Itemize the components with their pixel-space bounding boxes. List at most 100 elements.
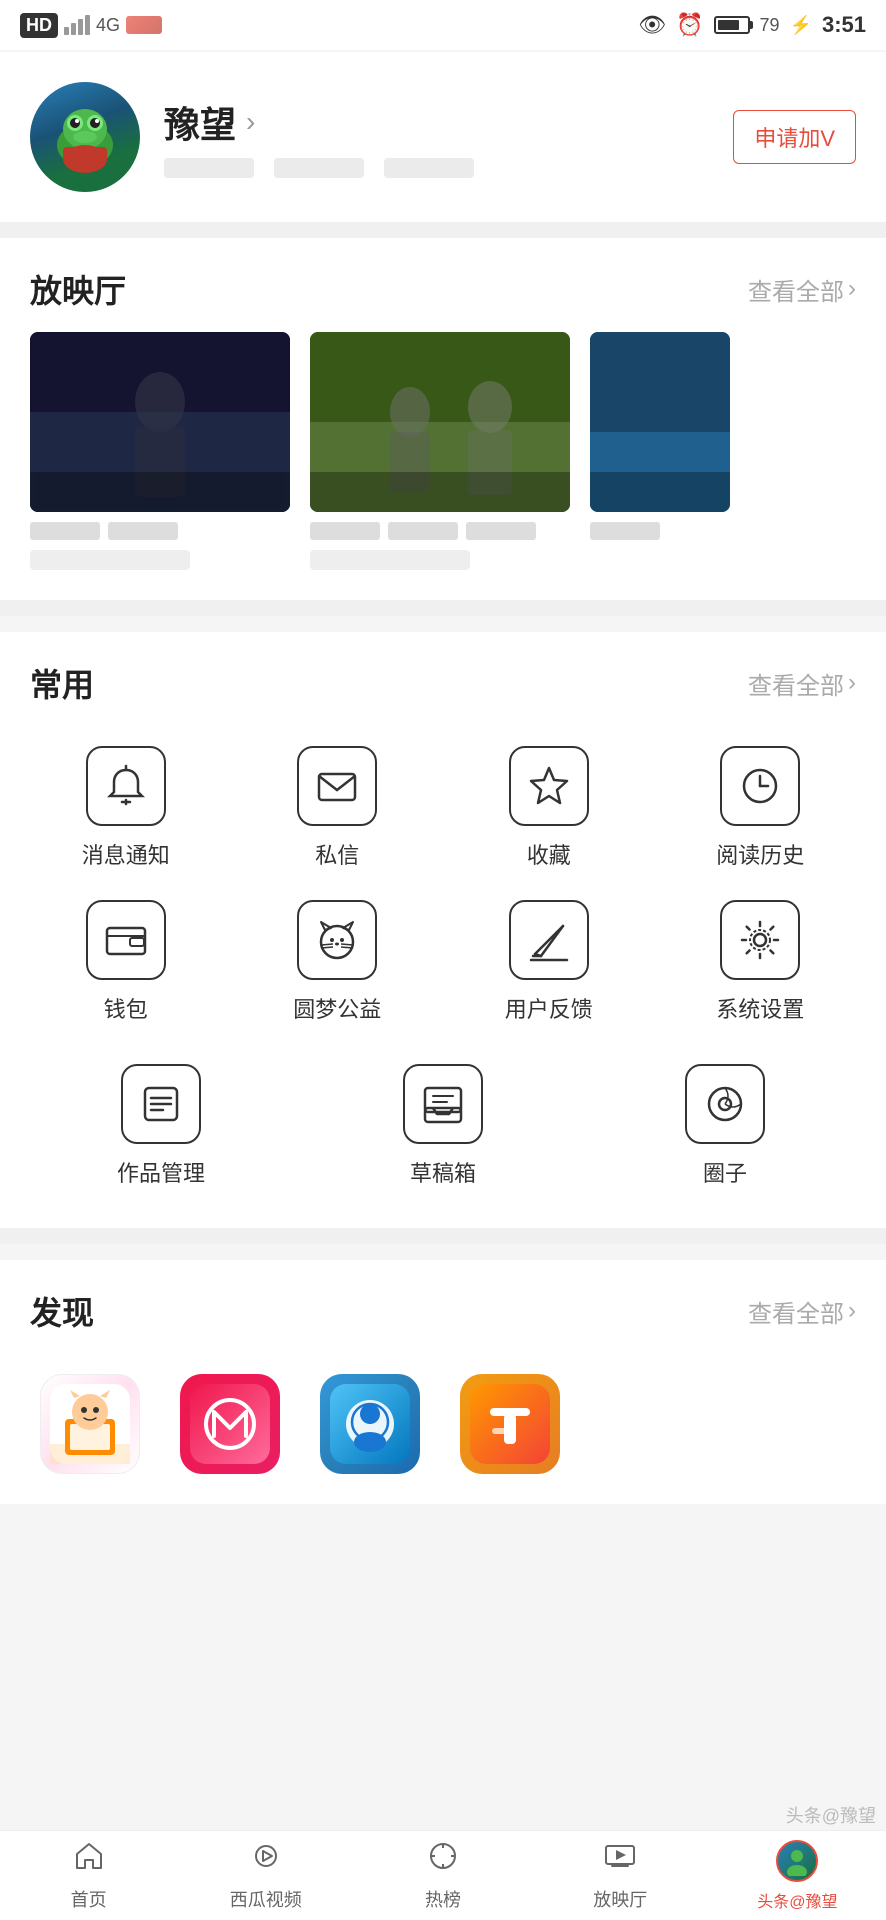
- video-meta-2: [310, 522, 570, 540]
- video-meta-3: [590, 522, 850, 540]
- charging-icon: ⚡: [790, 15, 812, 36]
- common-item-settings[interactable]: 系统设置: [655, 900, 867, 1024]
- profile-chevron-icon: ›: [246, 106, 255, 138]
- home-label: 首页: [71, 1886, 107, 1912]
- apply-v-button[interactable]: 申请加V: [733, 110, 856, 164]
- settings-icon: [720, 900, 800, 980]
- xigua-icon: [250, 1840, 282, 1880]
- circle-label: 圈子: [703, 1156, 747, 1188]
- battery-indicator: [714, 16, 750, 34]
- profile-name-row[interactable]: 豫望 ›: [164, 96, 474, 148]
- app-icon-4[interactable]: [460, 1374, 560, 1474]
- stat-blur-2: [274, 158, 364, 178]
- common-item-collect[interactable]: 收藏: [443, 746, 655, 870]
- common-chevron-icon: ›: [848, 669, 856, 697]
- nav-xigua[interactable]: 西瓜视频: [177, 1831, 354, 1920]
- common-grid-row1: 消息通知 私信 收藏: [0, 726, 886, 900]
- hd-badge: HD: [20, 13, 58, 38]
- battery-level: 79: [760, 15, 780, 36]
- divider-3: [0, 1228, 886, 1244]
- avatar[interactable]: [30, 82, 140, 192]
- bottom-spacer: [0, 1504, 886, 1604]
- video-card-3[interactable]: [590, 332, 850, 570]
- feedback-icon: [509, 900, 589, 980]
- wallet-label: 钱包: [104, 992, 148, 1024]
- signal-indicator: [64, 15, 90, 35]
- common-view-all[interactable]: 查看全部 ›: [748, 666, 856, 701]
- video-card-1[interactable]: [30, 332, 290, 570]
- common-item-circle[interactable]: 圈子: [584, 1064, 866, 1188]
- history-icon: [720, 746, 800, 826]
- common-item-works[interactable]: 作品管理: [20, 1064, 302, 1188]
- screening-title: 放映厅: [30, 266, 126, 312]
- battery-fill: [718, 20, 739, 30]
- works-icon: [121, 1064, 201, 1144]
- video-meta-1: [30, 522, 290, 540]
- collect-icon: [509, 746, 589, 826]
- app-icon-1[interactable]: [40, 1374, 140, 1474]
- video-thumbnail-3[interactable]: [590, 332, 730, 512]
- profile-name: 豫望: [164, 96, 236, 148]
- video-thumbnail-2[interactable]: [310, 332, 570, 512]
- xigua-label: 西瓜视频: [230, 1886, 302, 1912]
- discovery-section: 发现 查看全部 ›: [0, 1260, 886, 1504]
- discovery-chevron-icon: ›: [848, 1297, 856, 1325]
- nav-hot[interactable]: 热榜: [354, 1831, 531, 1920]
- common-grid-row2: 钱包: [0, 900, 886, 1054]
- nav-screening[interactable]: 放映厅: [532, 1831, 709, 1920]
- watermark: 头条@豫望: [786, 1802, 876, 1828]
- nav-me[interactable]: 头条@豫望: [709, 1831, 886, 1920]
- video-thumbnail-1[interactable]: [30, 332, 290, 512]
- wallet-icon: [86, 900, 166, 980]
- screening-nav-label: 放映厅: [593, 1886, 647, 1912]
- status-time: 3:51: [822, 12, 866, 38]
- profile-stats: [164, 158, 474, 178]
- collect-label: 收藏: [527, 838, 571, 870]
- common-item-wallet[interactable]: 钱包: [20, 900, 232, 1024]
- stat-blur-3: [384, 158, 474, 178]
- dm-icon: [297, 746, 377, 826]
- discovery-header: 发现 查看全部 ›: [0, 1260, 886, 1354]
- common-section: 常用 查看全部 › 消息通知: [0, 632, 886, 1228]
- eye-icon: 👁: [638, 12, 666, 38]
- app-icon-wrap-3[interactable]: [320, 1374, 420, 1474]
- profile-section: 豫望 › 申请加V: [0, 52, 886, 222]
- screening-view-all[interactable]: 查看全部 ›: [748, 272, 856, 307]
- status-left: HD 4G: [20, 13, 162, 38]
- bottom-nav: 首页 西瓜视频 热榜: [0, 1830, 886, 1920]
- signal-type: 4G: [96, 15, 120, 36]
- alarm-icon: ⏰: [676, 12, 703, 38]
- video-label-1: [30, 550, 190, 570]
- common-header: 常用 查看全部 ›: [0, 632, 886, 726]
- app-icon-2[interactable]: [180, 1374, 280, 1474]
- app-icon-wrap-2[interactable]: [180, 1374, 280, 1474]
- status-avatar: [126, 16, 162, 34]
- common-item-feedback[interactable]: 用户反馈: [443, 900, 655, 1024]
- common-item-charity[interactable]: 圆梦公益: [232, 900, 444, 1024]
- screening-nav-icon: [604, 1840, 636, 1880]
- video-gallery: [0, 332, 886, 600]
- video-card-2[interactable]: [310, 332, 570, 570]
- screening-header: 放映厅 查看全部 ›: [0, 238, 886, 332]
- avatar-svg: [35, 87, 135, 187]
- app-icon-3[interactable]: [320, 1374, 420, 1474]
- divider-1: [0, 222, 886, 238]
- discovery-view-all[interactable]: 查看全部 ›: [748, 1294, 856, 1329]
- profile-info: 豫望 ›: [164, 96, 474, 178]
- common-item-dm[interactable]: 私信: [232, 746, 444, 870]
- common-item-notification[interactable]: 消息通知: [20, 746, 232, 870]
- status-right: 👁 ⏰ 79 ⚡ 3:51: [638, 12, 866, 38]
- app-icon-wrap-1[interactable]: [40, 1374, 140, 1474]
- notification-icon: [86, 746, 166, 826]
- apps-row: [0, 1354, 886, 1504]
- common-item-drafts[interactable]: 草稿箱: [302, 1064, 584, 1188]
- charity-icon: [297, 900, 377, 980]
- screening-view-all-label: 查看全部: [748, 272, 844, 307]
- works-label: 作品管理: [117, 1156, 205, 1188]
- nav-home[interactable]: 首页: [0, 1831, 177, 1920]
- screening-chevron-icon: ›: [848, 275, 856, 303]
- stat-blur-1: [164, 158, 254, 178]
- app-icon-wrap-4[interactable]: [460, 1374, 560, 1474]
- common-item-history[interactable]: 阅读历史: [655, 746, 867, 870]
- common-grid-row3: 作品管理 草稿箱: [0, 1054, 886, 1228]
